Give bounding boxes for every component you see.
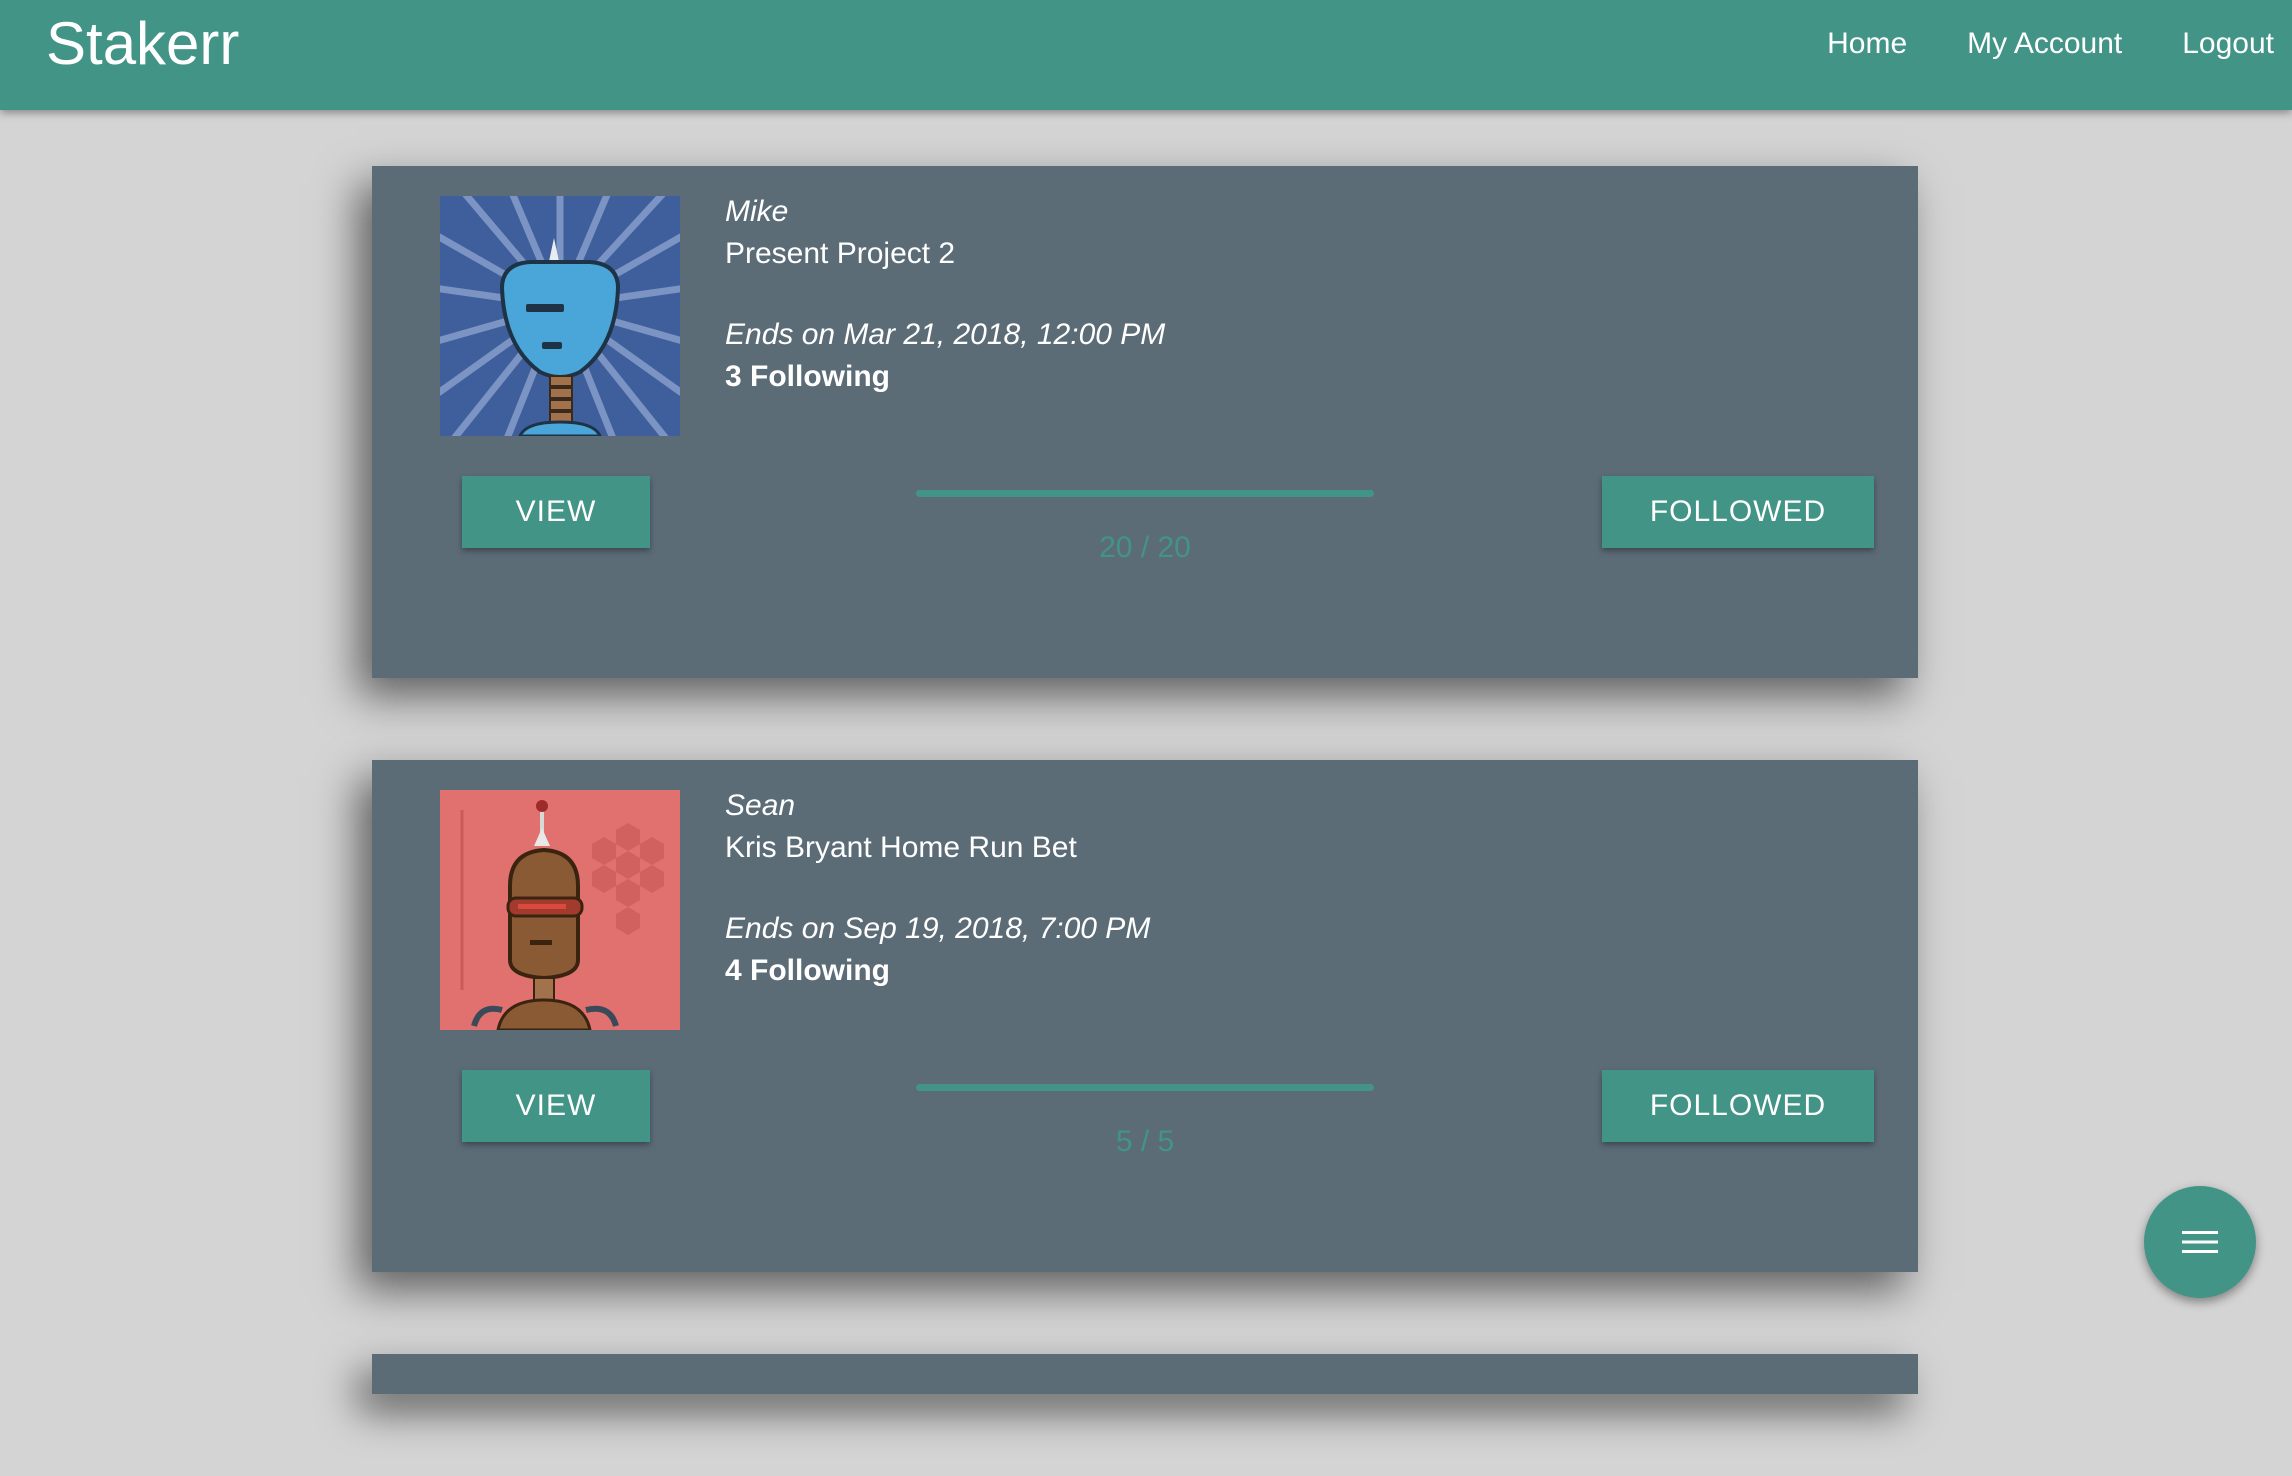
view-button[interactable]: VIEW [462,1070,650,1142]
progress-fill [916,490,1374,497]
project-card: Mike Present Project 2 Ends on Mar 21, 2… [372,166,1918,678]
followed-button[interactable]: FOLLOWED [1602,1070,1874,1142]
owner-name: Mike [725,195,789,228]
project-title: Present Project 2 [725,237,956,270]
end-date: Ends on Mar 21, 2018, 12:00 PM [725,318,1166,351]
progress-fill [916,1084,1374,1091]
project-feed: Mike Present Project 2 Ends on Mar 21, 2… [372,166,1918,1476]
progress-bar [916,490,1374,497]
end-date: Ends on Sep 19, 2018, 7:00 PM [725,912,1151,945]
followed-button[interactable]: FOLLOWED [1602,476,1874,548]
progress-bar [916,1084,1374,1091]
project-title: Kris Bryant Home Run Bet [725,831,1077,864]
progress-count: 20 / 20 [1099,531,1191,564]
nav-logout-link[interactable]: Logout [2182,24,2274,64]
top-app-bar: Stakerr Home My Account Logout [0,0,2292,110]
project-card: Sean Kris Bryant Home Run Bet Ends on Se… [372,760,1918,1272]
view-button[interactable]: VIEW [462,476,650,548]
project-info: Mike Present Project 2 Ends on Mar 21, 2… [725,192,1165,398]
main-nav: Home My Account Logout [1767,24,2274,64]
owner-name: Sean [725,789,796,822]
following-count: 4 Following [725,954,890,987]
project-card [372,1354,1918,1394]
nav-home-link[interactable]: Home [1827,24,1907,64]
app-title[interactable]: Stakerr [46,12,239,76]
project-info: Sean Kris Bryant Home Run Bet Ends on Se… [725,786,1150,992]
following-count: 3 Following [725,360,890,393]
menu-fab-button[interactable] [2144,1186,2256,1298]
nav-my-account-link[interactable]: My Account [1967,24,2122,64]
progress-count: 5 / 5 [1115,1125,1175,1158]
brown-robot-avatar-icon [440,790,680,1030]
blue-robot-avatar-icon [440,196,680,436]
menu-icon [2182,1231,2218,1253]
